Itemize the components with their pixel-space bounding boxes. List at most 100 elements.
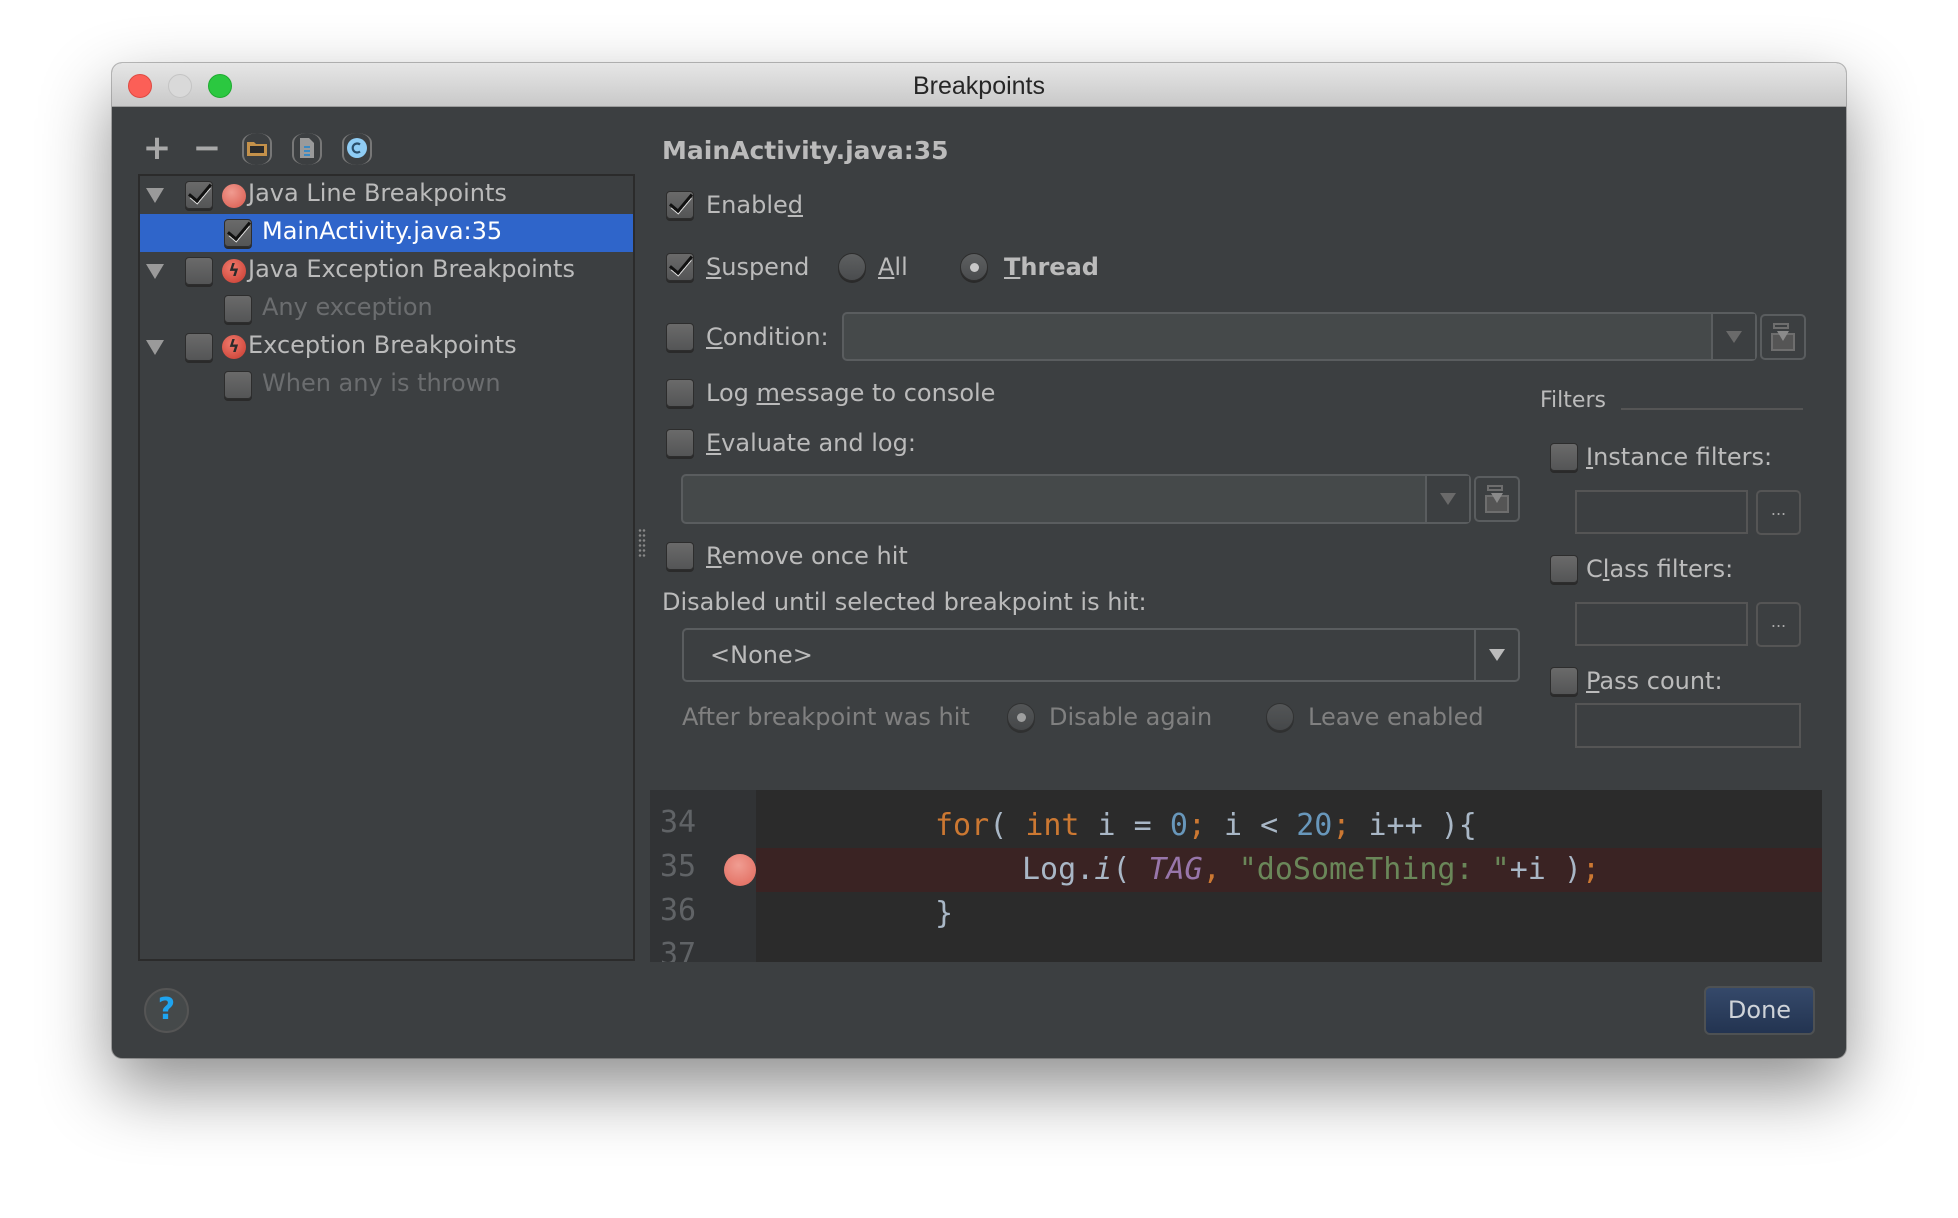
leave-enabled-label: Leave enabled <box>1308 703 1484 731</box>
code-token: "doSomeThing: " <box>1238 852 1510 887</box>
code-token: ; <box>1332 808 1351 843</box>
remove-breakpoint-button[interactable]: − <box>192 128 222 168</box>
tree-item-label: Java Line Breakpoints <box>248 179 507 207</box>
suspend-thread-radio[interactable] <box>960 253 988 281</box>
leave-enabled-radio[interactable] <box>1266 703 1294 731</box>
breakpoints-tree[interactable]: Java Line Breakpoints MainActivity.java:… <box>138 174 635 961</box>
evaluate-log-input[interactable] <box>681 474 1471 524</box>
suspend-thread-label: Thread <box>1004 253 1099 281</box>
pass-count-input[interactable] <box>1575 703 1801 748</box>
editor-gutter: 33 34 35 36 37 <box>650 790 756 962</box>
minus-icon: − <box>192 128 222 168</box>
tree-item-label: When any is thrown <box>262 369 501 397</box>
instance-filters-input[interactable] <box>1575 490 1748 534</box>
log-message-label: Log message to console <box>706 379 996 407</box>
line-number: 35 <box>660 849 697 884</box>
class-filters-browse-button[interactable]: ... <box>1756 602 1801 647</box>
suspend-all-radio[interactable] <box>838 253 866 281</box>
group-enabled-checkbox[interactable] <box>185 181 213 209</box>
tree-item-any-exception[interactable]: Any exception <box>140 290 633 328</box>
suspend-all-label: All <box>878 253 908 281</box>
expand-editor-icon <box>1771 323 1795 351</box>
breakpoint-marker-icon[interactable] <box>724 854 756 886</box>
chevron-down-icon <box>1489 649 1505 661</box>
dropdown-arrow[interactable] <box>1474 630 1518 680</box>
code-token: 20 <box>1296 808 1333 843</box>
breakpoints-dialog: Breakpoints + − Java Line Breakpoints Ma… <box>112 63 1846 1058</box>
breakpoint-enabled-checkbox[interactable] <box>224 219 252 247</box>
tree-group-exception-breakpoints[interactable]: ϟ Exception Breakpoints <box>140 328 633 366</box>
code-token: ; <box>1187 808 1206 843</box>
code-token: i <box>1094 852 1113 887</box>
breakpoint-enabled-checkbox[interactable] <box>224 295 252 323</box>
exception-breakpoint-icon: ϟ <box>222 259 246 283</box>
evaluate-log-expand-button[interactable] <box>1474 476 1520 522</box>
code-token: for <box>935 808 990 843</box>
tree-group-java-exception-breakpoints[interactable]: ϟ Java Exception Breakpoints <box>140 252 633 290</box>
code-token: Log. <box>1022 852 1095 887</box>
pass-count-checkbox[interactable] <box>1550 667 1578 695</box>
instance-filters-checkbox[interactable] <box>1550 443 1578 471</box>
chevron-down-icon <box>1440 493 1456 505</box>
condition-checkbox[interactable] <box>666 323 694 351</box>
expand-editor-icon <box>1485 485 1509 513</box>
splitter-handle[interactable] <box>638 528 646 558</box>
tree-item-when-any-is-thrown[interactable]: When any is thrown <box>140 366 633 404</box>
disabled-until-dropdown[interactable]: <None> <box>682 628 1520 682</box>
group-enabled-checkbox[interactable] <box>185 333 213 361</box>
done-button[interactable]: Done <box>1704 986 1815 1035</box>
enabled-checkbox[interactable] <box>666 191 694 219</box>
group-by-package-toggle[interactable] <box>242 133 272 165</box>
line-number: 34 <box>660 805 697 840</box>
expand-triangle-icon[interactable] <box>146 340 164 355</box>
breakpoint-enabled-checkbox[interactable] <box>224 371 252 399</box>
condition-input[interactable] <box>842 312 1757 361</box>
tree-item-label: MainActivity.java:35 <box>262 217 503 245</box>
code-token: i < <box>1205 808 1297 843</box>
evaluate-log-history-dropdown[interactable] <box>1425 476 1469 522</box>
code-token: ; <box>1581 852 1600 887</box>
code-token: i = <box>1079 808 1170 843</box>
filters-heading: Filters <box>1540 388 1606 413</box>
code-token: ( <box>989 808 1026 843</box>
disable-again-label: Disable again <box>1049 703 1213 731</box>
after-hit-label: After breakpoint was hit <box>682 703 970 731</box>
code-token: 0 <box>1169 808 1188 843</box>
condition-history-dropdown[interactable] <box>1711 314 1755 359</box>
toggle-frame <box>242 133 272 165</box>
log-message-checkbox[interactable] <box>666 379 694 407</box>
title-bar: Breakpoints <box>112 63 1846 107</box>
remove-once-hit-checkbox[interactable] <box>666 542 694 570</box>
group-enabled-checkbox[interactable] <box>185 257 213 285</box>
suspend-checkbox[interactable] <box>666 253 694 281</box>
tree-item-label: Exception Breakpoints <box>248 331 517 359</box>
code-line-36: } <box>756 892 1822 936</box>
disable-again-radio[interactable] <box>1007 703 1035 731</box>
group-by-file-toggle[interactable] <box>292 133 322 165</box>
expand-triangle-icon[interactable] <box>146 264 164 279</box>
code-token: i++ ){ <box>1350 808 1477 843</box>
instance-filters-browse-button[interactable]: ... <box>1756 490 1801 535</box>
line-number: 37 <box>660 937 697 962</box>
help-icon: ? <box>157 992 176 1027</box>
plus-icon: + <box>142 128 172 168</box>
expand-triangle-icon[interactable] <box>146 188 164 203</box>
code-token: TAG <box>1148 852 1203 887</box>
evaluate-log-label: Evaluate and log: <box>706 429 916 457</box>
help-button[interactable]: ? <box>144 988 189 1033</box>
line-number: 33 <box>660 790 696 795</box>
tree-item-mainactivity-35[interactable]: MainActivity.java:35 <box>140 214 633 252</box>
suspend-label: Suspend <box>706 253 810 281</box>
line-breakpoint-icon <box>222 184 246 208</box>
class-filters-input[interactable] <box>1575 602 1748 646</box>
group-by-class-toggle[interactable] <box>342 133 372 165</box>
tree-group-java-line-breakpoints[interactable]: Java Line Breakpoints <box>140 176 633 214</box>
class-filters-checkbox[interactable] <box>1550 555 1578 583</box>
code-token: ( <box>1112 852 1149 887</box>
code-token: } <box>935 896 954 931</box>
chevron-down-icon <box>1726 330 1742 343</box>
add-breakpoint-button[interactable]: + <box>142 128 172 168</box>
toggle-frame <box>292 133 322 165</box>
condition-expand-button[interactable] <box>1760 314 1806 360</box>
evaluate-log-checkbox[interactable] <box>666 429 694 457</box>
